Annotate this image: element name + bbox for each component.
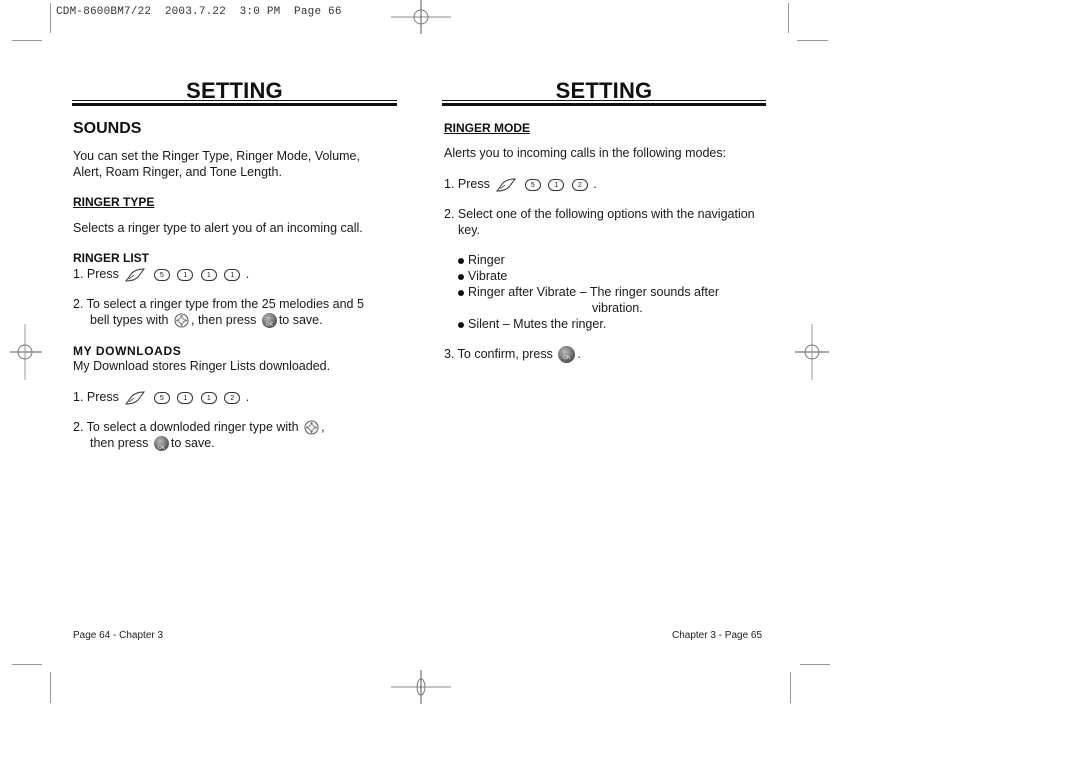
registration-mark-icon (391, 670, 451, 704)
key-5-icon: 5 (153, 391, 170, 404)
ringer-list-step-2: bell types with , then press OK to save. (90, 312, 323, 329)
crop-mark (797, 40, 828, 41)
key-5-icon: 5 (524, 178, 541, 191)
menu-key-icon (125, 268, 146, 282)
menu-key-icon (496, 178, 517, 192)
step-text: bell types with (90, 313, 169, 327)
my-downloads-step-1: 1. Press 5 1 1 2 . (73, 389, 249, 406)
step-text: 1. Press (73, 390, 119, 404)
ok-key-label: OK (157, 445, 165, 452)
registration-mark-icon (391, 0, 451, 34)
step-text: to save. (170, 436, 215, 450)
heading-ringer-type: RINGER TYPE (73, 195, 155, 209)
intro-text: Alert, Roam Ringer, and Tone Length. (73, 165, 282, 179)
option-list-item: Ringer after Vibrate – The ringer sounds… (458, 284, 719, 300)
ringer-mode-step-2: 2. Select one of the following options w… (444, 207, 755, 221)
ringer-mode-description: Alerts you to incoming calls in the foll… (444, 146, 727, 160)
bullet-icon (458, 289, 464, 296)
registration-mark-icon (10, 324, 42, 380)
step-text: . (245, 390, 250, 404)
step-text: to save. (278, 313, 323, 327)
menu-key-icon (125, 391, 146, 405)
step-text: 3. To confirm, press (444, 347, 553, 361)
heading-ringer-mode: RINGER MODE (444, 121, 531, 135)
page-footer-right: Chapter 3 - Page 65 (672, 630, 763, 641)
step-text: . (577, 347, 581, 361)
title-rule (72, 100, 397, 101)
ok-key-icon: OK (558, 346, 576, 364)
key-1-icon: 1 (177, 268, 194, 281)
step-text: then press (90, 436, 149, 450)
option-text: Ringer (468, 253, 505, 267)
key-1-icon: 1 (200, 268, 217, 281)
ringer-mode-step-1: 1. Press 5 1 2 . (444, 176, 597, 193)
crop-mark (50, 3, 51, 33)
step-text: , then press (191, 313, 257, 327)
bullet-icon (458, 321, 464, 328)
step-text: . (593, 177, 597, 191)
section-heading-sounds: SOUNDS (73, 120, 142, 137)
option-text: Ringer after Vibrate – The ringer sounds… (468, 285, 720, 299)
option-text-continued: vibration. (592, 301, 643, 315)
key-1-icon: 1 (548, 178, 565, 191)
crop-mark (50, 672, 51, 703)
option-list-item: Vibrate (458, 268, 507, 284)
title-rule (442, 103, 766, 106)
title-rule (442, 100, 766, 101)
navigation-key-icon (304, 420, 319, 435)
my-downloads-step-2: 2. To select a downloded ringer type wit… (73, 419, 325, 435)
bullet-icon (458, 273, 464, 280)
ok-key-icon: OK (261, 313, 277, 329)
key-1-icon: 1 (177, 391, 194, 404)
ringer-mode-step-2: key. (458, 223, 480, 237)
ok-key-icon: OK (153, 436, 169, 452)
intro-text: You can set the Ringer Type, Ringer Mode… (73, 149, 360, 163)
my-downloads-step-2: then press OK to save. (90, 435, 215, 452)
ringer-list-step-1: 1. Press 5 1 1 1 . (73, 266, 249, 283)
ringer-mode-step-3: 3. To confirm, press OK. (444, 346, 581, 364)
ok-key-label: OK (265, 322, 273, 329)
navigation-key-icon (174, 313, 189, 328)
key-2-icon: 2 (571, 178, 588, 191)
crop-mark (788, 3, 789, 33)
crop-mark (800, 664, 830, 665)
step-text: 2. To select a downloded ringer type wit… (73, 420, 299, 434)
ringer-list-step-2: 2. To select a ringer type from the 25 m… (73, 297, 364, 311)
option-list-item: Silent – Mutes the ringer. (458, 316, 606, 332)
crop-mark (12, 40, 42, 41)
step-text: , (321, 420, 325, 434)
key-2-icon: 2 (224, 391, 241, 404)
key-1-icon: 1 (224, 268, 241, 281)
heading-my-downloads: MY DOWNLOADS (73, 344, 182, 358)
print-slug: CDM-8600BM7/22 2003.7.22 3:0 PM Page 66 (56, 6, 342, 18)
crop-mark (12, 664, 42, 665)
step-text: 1. Press (444, 177, 490, 191)
option-list-item: Ringer (458, 252, 505, 268)
key-5-icon: 5 (153, 268, 170, 281)
step-text: . (245, 267, 250, 281)
heading-ringer-list: RINGER LIST (73, 251, 150, 265)
option-text: Vibrate (468, 269, 508, 283)
registration-mark-icon (795, 324, 829, 380)
my-downloads-description: My Download stores Ringer Lists download… (73, 359, 331, 373)
ok-key-label: OK (563, 355, 571, 362)
ringer-type-description: Selects a ringer type to alert you of an… (73, 221, 363, 235)
title-rule (72, 103, 397, 106)
key-1-icon: 1 (200, 391, 217, 404)
bullet-icon (458, 257, 464, 264)
option-text: Silent – Mutes the ringer. (468, 317, 607, 331)
crop-mark (790, 672, 791, 703)
page-footer-left: Page 64 - Chapter 3 (73, 630, 164, 641)
step-text: 1. Press (73, 267, 119, 281)
